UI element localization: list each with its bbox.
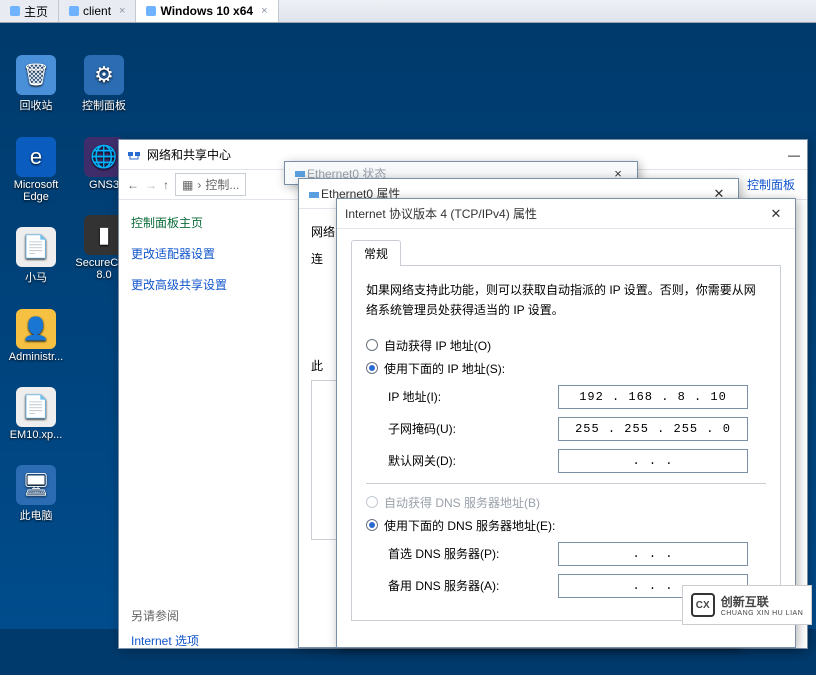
network-icon — [127, 148, 141, 162]
field-label: 默认网关(D): — [388, 452, 558, 469]
window-title: Internet 协议版本 4 (TCP/IPv4) 属性 — [345, 205, 537, 222]
right-hint[interactable]: 控制面板 — [747, 176, 795, 193]
radio-label: 使用下面的 IP 地址(S): — [384, 360, 505, 377]
this-pc[interactable]: 🖥 此电脑 — [6, 465, 66, 523]
radio-label: 自动获得 IP 地址(O) — [384, 337, 491, 354]
separator — [366, 483, 766, 484]
radio-icon — [366, 339, 378, 351]
icon-label: 此电脑 — [6, 507, 66, 523]
tabs: 常规 — [351, 239, 781, 266]
breadcrumb-label: 控制... — [205, 176, 239, 193]
edge[interactable]: eMicrosoft Edge — [6, 137, 66, 203]
see-also-label: 另请参阅 — [131, 607, 263, 624]
control-panel[interactable]: ⚙ 控制面板 — [74, 55, 134, 113]
back-button[interactable]: ← — [127, 178, 139, 192]
sidebar-link-sharing[interactable]: 更改高级共享设置 — [131, 276, 263, 293]
field-label: IP 地址(I): — [388, 388, 558, 405]
close-icon[interactable]: × — [115, 5, 125, 17]
file-icon: 📄 — [16, 387, 56, 427]
radio-label: 使用下面的 DNS 服务器地址(E): — [384, 517, 555, 534]
tab-home[interactable]: 主页 — [0, 0, 59, 22]
radio-use-dns[interactable]: 使用下面的 DNS 服务器地址(E): — [366, 517, 766, 534]
em10[interactable]: 📄 EM10.xp... — [6, 387, 66, 441]
adapter-icon — [307, 187, 321, 201]
administrator-folder[interactable]: 👤 Administr... — [6, 309, 66, 363]
link-label: 控制面板主页 — [131, 216, 203, 230]
tab-label: Windows 10 x64 — [160, 4, 253, 18]
radio-use-ip[interactable]: 使用下面的 IP 地址(S): — [366, 360, 766, 377]
tab-active[interactable]: Windows 10 x64 × — [136, 0, 278, 22]
forward-button[interactable]: → — [145, 178, 157, 192]
field-mask: 子网掩码(U): 255 . 255 . 255 . 0 — [388, 417, 766, 441]
xiaoma[interactable]: 📄 小马 — [6, 227, 66, 285]
field-label: 子网掩码(U): — [388, 420, 558, 437]
link-label: 更改适配器设置 — [131, 247, 215, 261]
radio-icon — [366, 496, 378, 508]
titlebar: Internet 协议版本 4 (TCP/IPv4) 属性 ✕ — [337, 199, 795, 229]
sidebar-link-internetopts[interactable]: Internet 选项 — [131, 632, 263, 649]
app-icon: 📄 — [16, 227, 56, 267]
pc-icon: 🖥 — [16, 465, 56, 505]
radio-label: 自动获得 DNS 服务器地址(B) — [384, 494, 540, 511]
field-gateway: 默认网关(D): . . . — [388, 449, 766, 473]
brand-zh: 创新互联 — [721, 593, 804, 610]
radio-auto-dns: 自动获得 DNS 服务器地址(B) — [366, 494, 766, 511]
up-button[interactable]: ↑ — [163, 178, 169, 192]
tab-client[interactable]: client × — [59, 0, 136, 22]
folder-icon: 👤 — [16, 309, 56, 349]
tab-label: 主页 — [24, 3, 48, 20]
tab-general[interactable]: 常规 — [351, 240, 401, 266]
icon-label: 小马 — [6, 269, 66, 285]
recycle-bin[interactable]: 🗑 回收站 — [6, 55, 66, 113]
ip-input[interactable]: 192 . 168 . 8 . 10 — [558, 385, 748, 409]
brand-logo: CX — [691, 593, 715, 617]
desktop-icons-col1: 🗑 回收站 eMicrosoft Edge 📄 小马 👤 Administr... 📄… — [6, 55, 66, 523]
window-title: 网络和共享中心 — [147, 146, 231, 163]
vm-icon — [146, 6, 156, 16]
link-label: Internet 选项 — [131, 634, 199, 648]
sidebar-link-home[interactable]: 控制面板主页 — [131, 214, 263, 231]
tab-label: client — [83, 4, 111, 18]
radio-icon — [366, 362, 378, 374]
window-ipv4-properties: Internet 协议版本 4 (TCP/IPv4) 属性 ✕ 常规 如果网络支… — [336, 198, 796, 648]
icon-label: EM10.xp... — [6, 429, 66, 441]
dns1-input[interactable]: . . . — [558, 542, 748, 566]
brand-py: CHUANG XIN HU LIAN — [721, 610, 804, 617]
icon-label: 控制面板 — [74, 97, 134, 113]
edge-icon: e — [16, 137, 56, 177]
breadcrumb-icon: ▦ — [182, 178, 193, 192]
field-label: 首选 DNS 服务器(P): — [388, 545, 558, 562]
field-ip: IP 地址(I): 192 . 168 . 8 . 10 — [388, 385, 766, 409]
icon-label: Microsoft Edge — [6, 179, 66, 203]
icon-label: Administr... — [6, 351, 66, 363]
sidebar-link-adapter[interactable]: 更改适配器设置 — [131, 245, 263, 262]
body: 常规 如果网络支持此功能，则可以获取自动指派的 IP 设置。否则，你需要从网络系… — [337, 229, 795, 621]
recycle-icon: 🗑 — [16, 55, 56, 95]
desktop: 🗑 回收站 eMicrosoft Edge 📄 小马 👤 Administr... 📄… — [0, 23, 816, 629]
sidebar: 控制面板主页 更改适配器设置 更改高级共享设置 另请参阅 Internet 选项 — [119, 202, 275, 675]
minimize-button[interactable]: — — [781, 148, 807, 162]
field-dns1: 首选 DNS 服务器(P): . . . — [388, 542, 766, 566]
brand-watermark: CX 创新互联 CHUANG XIN HU LIAN — [682, 585, 812, 625]
mask-input[interactable]: 255 . 255 . 255 . 0 — [558, 417, 748, 441]
icon-label: 回收站 — [6, 97, 66, 113]
field-label: 备用 DNS 服务器(A): — [388, 577, 558, 594]
radio-icon — [366, 519, 378, 531]
tab-strip: 主页 client × Windows 10 x64 × — [0, 0, 816, 23]
description: 如果网络支持此功能，则可以获取自动指派的 IP 设置。否则，你需要从网络系统管理… — [366, 280, 766, 321]
gateway-input[interactable]: . . . — [558, 449, 748, 473]
link-label: 更改高级共享设置 — [131, 278, 227, 292]
controlpanel-icon: ⚙ — [84, 55, 124, 95]
tab-label: 常规 — [364, 247, 388, 261]
vm-icon — [69, 6, 79, 16]
tab-panel: 如果网络支持此功能，则可以获取自动指派的 IP 设置。否则，你需要从网络系统管理… — [351, 266, 781, 621]
breadcrumb[interactable]: ▦ › 控制... — [175, 173, 246, 196]
radio-auto-ip[interactable]: 自动获得 IP 地址(O) — [366, 337, 766, 354]
close-icon[interactable]: × — [257, 5, 267, 17]
close-button[interactable]: ✕ — [763, 206, 789, 222]
home-icon — [10, 6, 20, 16]
